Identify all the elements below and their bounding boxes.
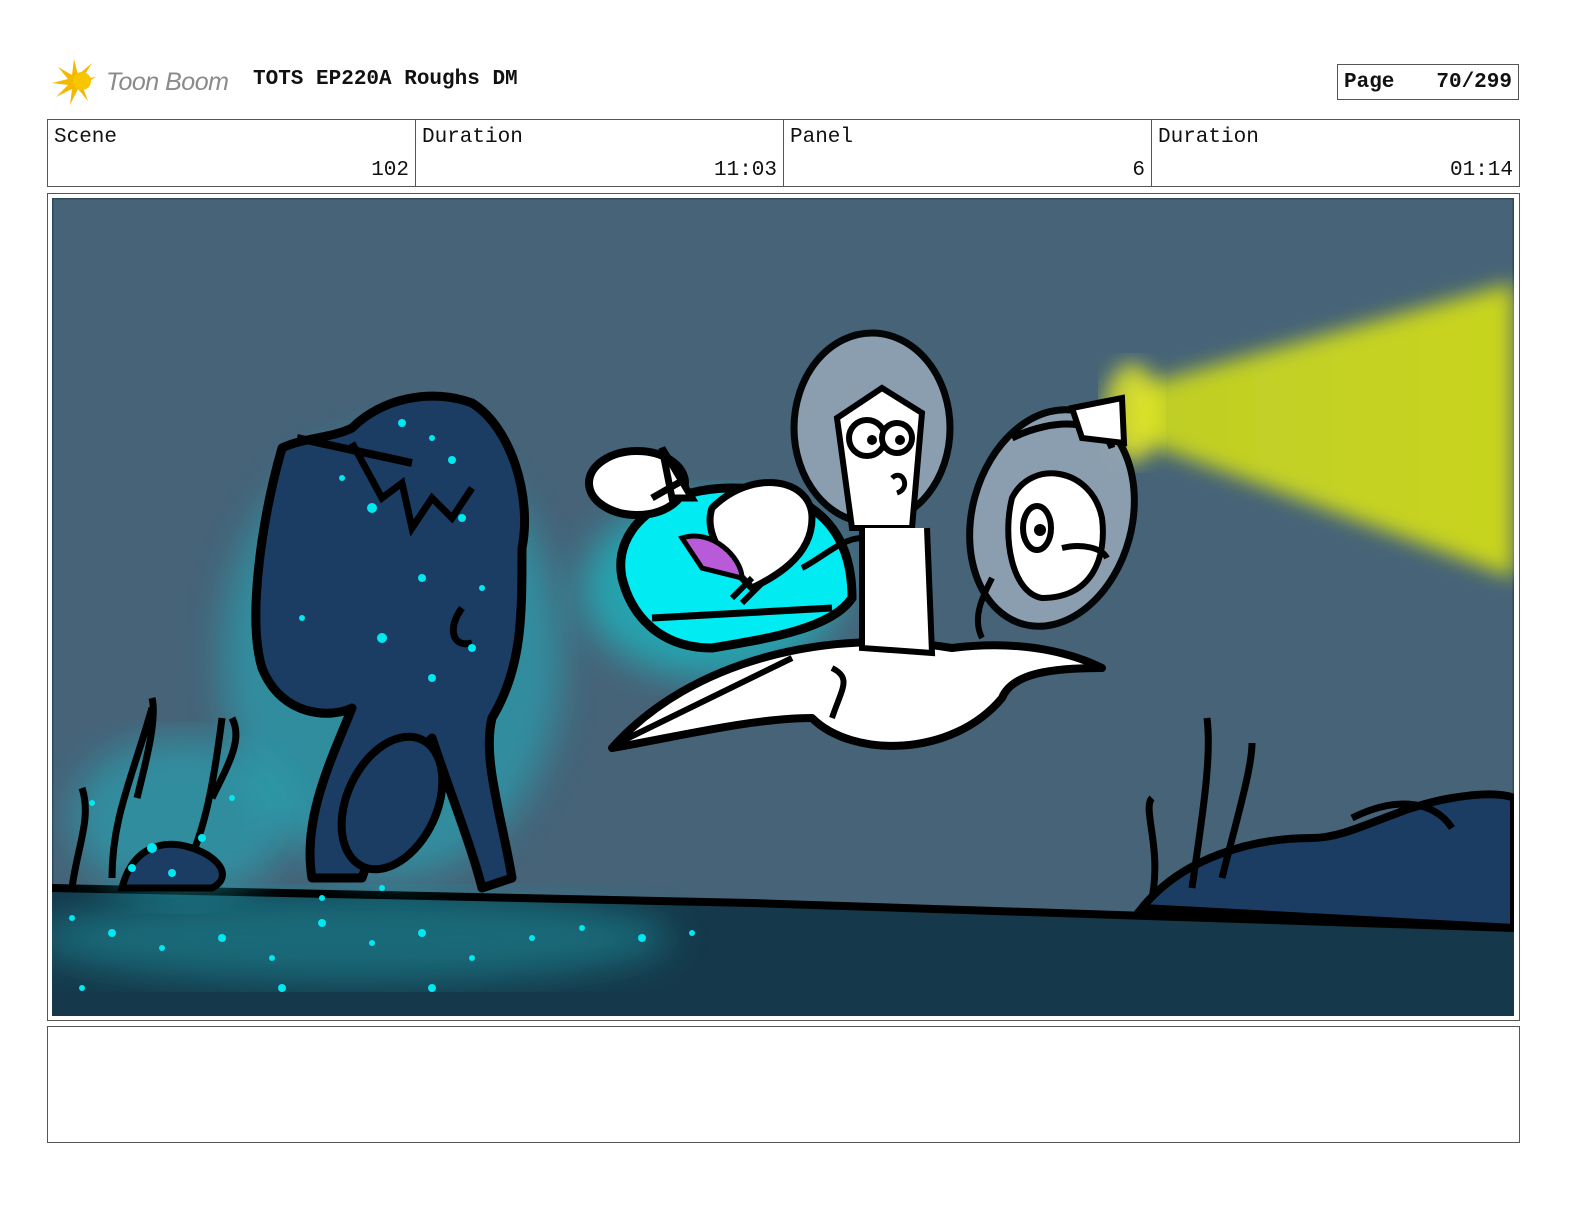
scene-duration-cell: Duration 11:03: [416, 120, 784, 186]
panel-duration-value: 01:14: [1449, 159, 1513, 182]
starburst-icon: [52, 59, 96, 105]
document-title: TOTS EP220A Roughs DM: [253, 68, 518, 91]
page-indicator: Page 70/299: [1337, 64, 1519, 100]
toon-boom-logo: Toon Boom: [52, 56, 229, 108]
scene-duration-value: 11:03: [713, 159, 777, 182]
panel-duration-label: Duration: [1158, 126, 1259, 149]
panel-value: 6: [1132, 159, 1145, 182]
page-label: Page: [1344, 70, 1395, 94]
notes-box: [47, 1026, 1520, 1143]
storyboard-panel: [47, 193, 1520, 1021]
scene-cell: Scene 102: [48, 120, 416, 186]
scene-info-table: Scene 102 Duration 11:03 Panel 6 Duratio…: [47, 119, 1520, 187]
scene-value: 102: [371, 159, 409, 182]
panel-cell: Panel 6: [784, 120, 1152, 186]
panel-duration-cell: Duration 01:14: [1152, 120, 1519, 186]
panel-label: Panel: [790, 126, 854, 149]
seafloor-glow: [52, 893, 672, 983]
page-number: 70/299: [1436, 70, 1512, 94]
scene-label: Scene: [54, 126, 118, 149]
scene-duration-label: Duration: [422, 126, 523, 149]
storyboard-drawing: [52, 198, 1514, 1016]
logo-text: Toon Boom: [106, 67, 229, 96]
